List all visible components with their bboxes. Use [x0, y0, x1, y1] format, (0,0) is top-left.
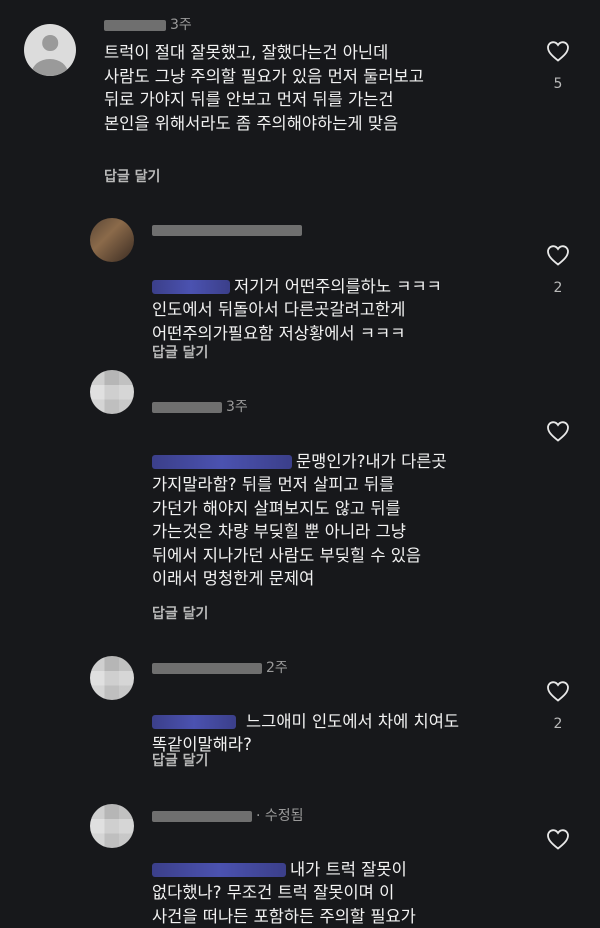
- heart-outline-icon: [547, 681, 569, 702]
- comment-text: 저기거 어떤주의를하노 ㅋㅋㅋ 인도에서 뒤돌아서 다른곳갈려고한게 어떤주의가…: [152, 251, 542, 345]
- avatar[interactable]: [90, 218, 134, 262]
- like-count: 5: [553, 76, 563, 92]
- mention-redacted[interactable]: [152, 863, 286, 877]
- comment-meta: 2주: [152, 657, 288, 677]
- reply-button[interactable]: 답글 달기: [152, 342, 208, 362]
- avatar[interactable]: [90, 804, 134, 848]
- like-count: 2: [553, 280, 563, 296]
- username-redacted[interactable]: [152, 662, 262, 674]
- comment-text: 느그애미 인도에서 차에 치여도 똑같이말해라?: [152, 686, 542, 757]
- heart-outline-icon: [547, 245, 569, 266]
- heart-outline-icon: [547, 421, 569, 442]
- mention-redacted[interactable]: [152, 455, 292, 469]
- comment-text: 문맹인가?내가 다른곳 가지말라함? 뒤를 먼저 살피고 뒤를 가던가 해야지 …: [152, 426, 542, 591]
- like-button[interactable]: 2: [545, 244, 571, 296]
- comment-meta: 3주: [104, 14, 192, 34]
- comment-time: 3주: [170, 17, 192, 33]
- username-redacted[interactable]: [152, 401, 222, 413]
- like-button[interactable]: 5: [545, 40, 571, 92]
- avatar[interactable]: [24, 24, 76, 76]
- reply-button[interactable]: 답글 달기: [152, 750, 208, 770]
- mention-redacted[interactable]: [152, 280, 230, 294]
- username-redacted[interactable]: [152, 810, 252, 822]
- like-button[interactable]: [545, 420, 571, 442]
- avatar[interactable]: [90, 370, 134, 414]
- comment-time: 3주: [226, 399, 248, 415]
- comment-text: 내가 트럭 잘못이 없다했나? 무조건 트럭 잘못이며 이 사건을 떠나든 포함…: [152, 834, 542, 928]
- comment-time: 2주: [266, 660, 288, 676]
- reply-button[interactable]: 답글 달기: [152, 603, 208, 623]
- comment-text: 트럭이 절대 잘못했고, 잘했다는건 아닌데 사람도 그냥 주의할 필요가 있음…: [104, 43, 424, 133]
- username-redacted[interactable]: [104, 19, 166, 31]
- heart-outline-icon: [547, 41, 569, 62]
- mention-redacted[interactable]: [152, 715, 236, 729]
- reply-button[interactable]: 답글 달기: [104, 166, 160, 186]
- like-count: 2: [553, 716, 563, 732]
- like-button[interactable]: 2: [545, 680, 571, 732]
- comment-time: · 수정됨: [256, 808, 304, 824]
- like-button[interactable]: [545, 828, 571, 850]
- comment-meta: 3주: [152, 396, 248, 416]
- comment-meta: [152, 222, 306, 238]
- username-redacted[interactable]: [152, 224, 302, 236]
- comment-body: 문맹인가?내가 다른곳 가지말라함? 뒤를 먼저 살피고 뒤를 가던가 해야지 …: [152, 451, 447, 589]
- avatar[interactable]: [90, 656, 134, 700]
- comment-meta: · 수정됨: [152, 805, 304, 825]
- heart-outline-icon: [547, 829, 569, 850]
